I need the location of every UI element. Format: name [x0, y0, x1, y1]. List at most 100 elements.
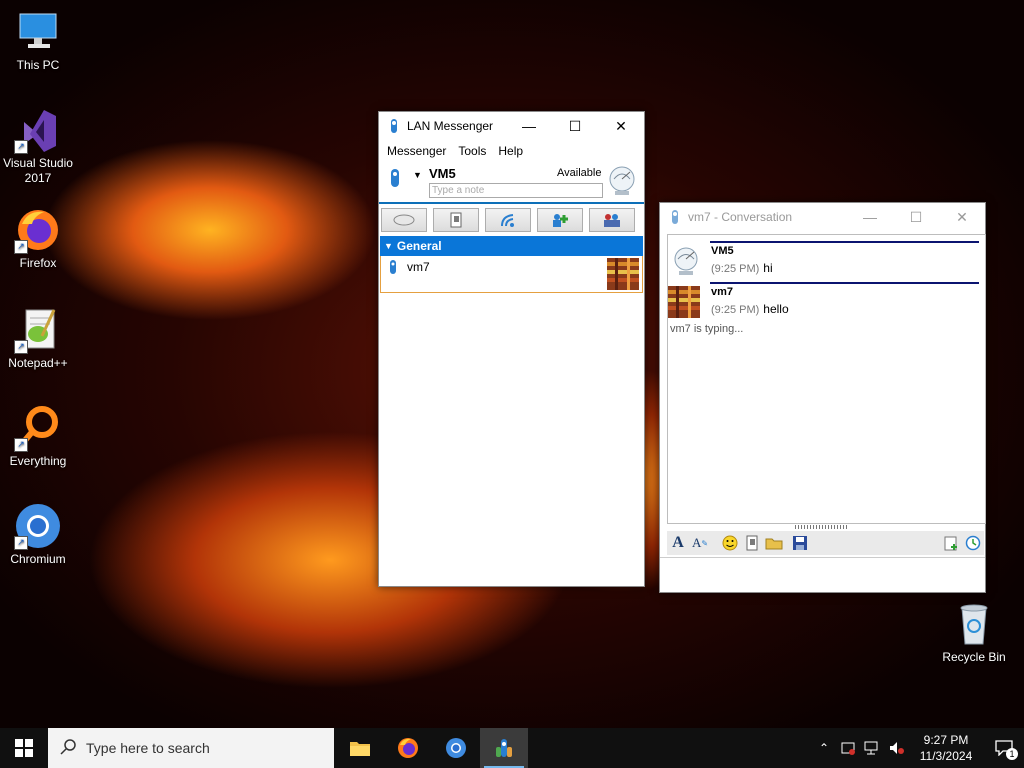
- computer-icon: [14, 8, 62, 56]
- desktop-icon-chromium[interactable]: ↗ Chromium: [0, 502, 76, 567]
- close-button[interactable]: ✕: [939, 203, 985, 231]
- desktop-icon-label: Notepad++: [8, 356, 68, 370]
- message-text: hi: [763, 261, 773, 275]
- file-icon: [450, 212, 462, 228]
- font-icon[interactable]: A: [667, 533, 689, 553]
- desktop-icon-notepad-plus-plus[interactable]: ↗ Notepad++: [0, 306, 76, 371]
- folder-icon: [350, 742, 370, 756]
- message-line: (9:25 PM) hi: [711, 261, 773, 275]
- minimize-button[interactable]: —: [506, 112, 552, 140]
- search-icon: [60, 738, 76, 758]
- send-folder-icon[interactable]: [763, 533, 785, 553]
- system-tray: ⌃ 9:27 PM 11/3/2024 1: [812, 728, 1024, 768]
- desktop-icon-label: Recycle Bin: [942, 650, 1006, 664]
- show-hidden-icons-chevron-icon[interactable]: ⌃: [812, 728, 836, 768]
- group-name: General: [396, 239, 442, 253]
- desktop-icon-everything[interactable]: ↗ Everything: [0, 404, 76, 469]
- broadcast-button[interactable]: [485, 208, 531, 232]
- taskbar-lan-messenger[interactable]: [480, 728, 528, 768]
- clock-time: 9:27 PM: [923, 733, 969, 747]
- menu-tools[interactable]: Tools: [454, 144, 494, 158]
- formatting-toolbar: A A ✎: [667, 531, 984, 555]
- chromium-icon: [446, 738, 466, 758]
- send-file-icon[interactable]: [741, 533, 763, 553]
- conversation-window: vm7 - Conversation — ☐ ✕ VM5 (9:25 PM) hi…: [659, 202, 986, 593]
- firefox-icon: ↗: [14, 206, 62, 254]
- desktop-icon-recycle-bin[interactable]: Recycle Bin: [936, 600, 1012, 665]
- font-color-icon[interactable]: A ✎: [689, 533, 711, 553]
- desktop-icon-firefox[interactable]: ↗ Firefox: [0, 206, 76, 271]
- emoticon-icon[interactable]: [719, 533, 741, 553]
- message-time: (9:25 PM): [711, 263, 760, 275]
- contact-group-general[interactable]: ▼ General: [380, 236, 643, 256]
- chat-room-button[interactable]: [381, 208, 427, 232]
- user-status-panel: ▼ VM5 Available: [379, 162, 644, 204]
- taskbar-search-box[interactable]: Type here to search: [48, 728, 334, 768]
- message-input[interactable]: [660, 557, 985, 592]
- note-input[interactable]: [429, 183, 603, 198]
- contact-item[interactable]: vm7: [380, 256, 643, 293]
- messenger-toolbar: [379, 204, 644, 236]
- taskbar-chromium[interactable]: [432, 728, 480, 768]
- shortcut-arrow-icon: ↗: [14, 340, 28, 354]
- taskbar-firefox[interactable]: [384, 728, 432, 768]
- conversation-app-icon: [668, 209, 682, 225]
- group-settings-button[interactable]: [589, 208, 635, 232]
- notification-center-icon[interactable]: 1: [984, 728, 1024, 768]
- add-contact-button[interactable]: [537, 208, 583, 232]
- window-title: vm7 - Conversation: [688, 210, 793, 224]
- chat-bubble-icon: [393, 214, 415, 226]
- typing-indicator: vm7 is typing...: [670, 323, 744, 335]
- pane-splitter-handle[interactable]: [795, 525, 849, 529]
- user-avatar[interactable]: [605, 164, 639, 201]
- shortcut-arrow-icon: ↗: [14, 240, 28, 254]
- sender-avatar: [668, 286, 700, 321]
- maximize-button[interactable]: ☐: [893, 203, 939, 231]
- close-button[interactable]: ✕: [598, 112, 644, 140]
- message-history[interactable]: VM5 (9:25 PM) hi vm7 (9:25 PM) hello vm7 i…: [667, 234, 986, 524]
- volume-muted-icon[interactable]: [884, 728, 908, 768]
- message-sender: VM5: [711, 245, 734, 257]
- add-contact-icon[interactable]: [940, 533, 962, 553]
- message-text: hello: [763, 302, 789, 316]
- lan-messenger-icon: [496, 739, 512, 757]
- desktop-icon-visual-studio[interactable]: ↗ Visual Studio 2017: [0, 106, 76, 186]
- desktop-icon-label: Chromium: [10, 552, 66, 566]
- history-icon[interactable]: [962, 533, 984, 553]
- desktop-icon-label: This PC: [16, 58, 60, 72]
- user-status-text[interactable]: Available: [557, 167, 601, 179]
- taskbar-clock[interactable]: 9:27 PM 11/3/2024: [908, 732, 984, 764]
- contact-avatar: [607, 258, 639, 293]
- send-file-button[interactable]: [433, 208, 479, 232]
- desktop-icon-this-pc[interactable]: This PC: [0, 8, 76, 73]
- lan-messenger-window: LAN Messenger — ☐ ✕ Messenger Tools Help…: [378, 111, 645, 587]
- add-user-icon: [553, 214, 568, 227]
- status-dropdown-chevron-icon[interactable]: ▼: [413, 170, 422, 180]
- save-icon[interactable]: [789, 533, 811, 553]
- user-status-icon[interactable]: [389, 168, 401, 191]
- start-button[interactable]: [0, 728, 48, 768]
- minimize-button[interactable]: —: [847, 203, 893, 231]
- message-divider: [710, 282, 979, 284]
- taskbar-file-explorer[interactable]: [336, 728, 384, 768]
- chromium-icon: ↗: [14, 502, 62, 550]
- maximize-button[interactable]: ☐: [552, 112, 598, 140]
- sender-avatar: [670, 245, 702, 280]
- contact-status-icon: [389, 259, 397, 278]
- shortcut-arrow-icon: ↗: [14, 536, 28, 550]
- desktop-icon-label: Firefox: [19, 256, 57, 270]
- broadcast-icon: [501, 214, 514, 227]
- window-title: LAN Messenger: [407, 119, 494, 133]
- messenger-titlebar[interactable]: LAN Messenger — ☐ ✕: [379, 112, 644, 140]
- menu-messenger[interactable]: Messenger: [383, 144, 454, 158]
- message-divider: [710, 241, 979, 243]
- desktop-icon-label: Visual Studio 2017: [3, 156, 73, 185]
- lan-messenger-tray-icon[interactable]: [836, 728, 860, 768]
- message-line: (9:25 PM) hello: [711, 302, 789, 316]
- clock-date: 11/3/2024: [919, 749, 973, 763]
- users-icon: [604, 214, 620, 227]
- search-placeholder: Type here to search: [86, 740, 210, 756]
- network-icon[interactable]: [860, 728, 884, 768]
- conversation-titlebar[interactable]: vm7 - Conversation — ☐ ✕: [660, 203, 985, 231]
- menu-help[interactable]: Help: [494, 144, 531, 158]
